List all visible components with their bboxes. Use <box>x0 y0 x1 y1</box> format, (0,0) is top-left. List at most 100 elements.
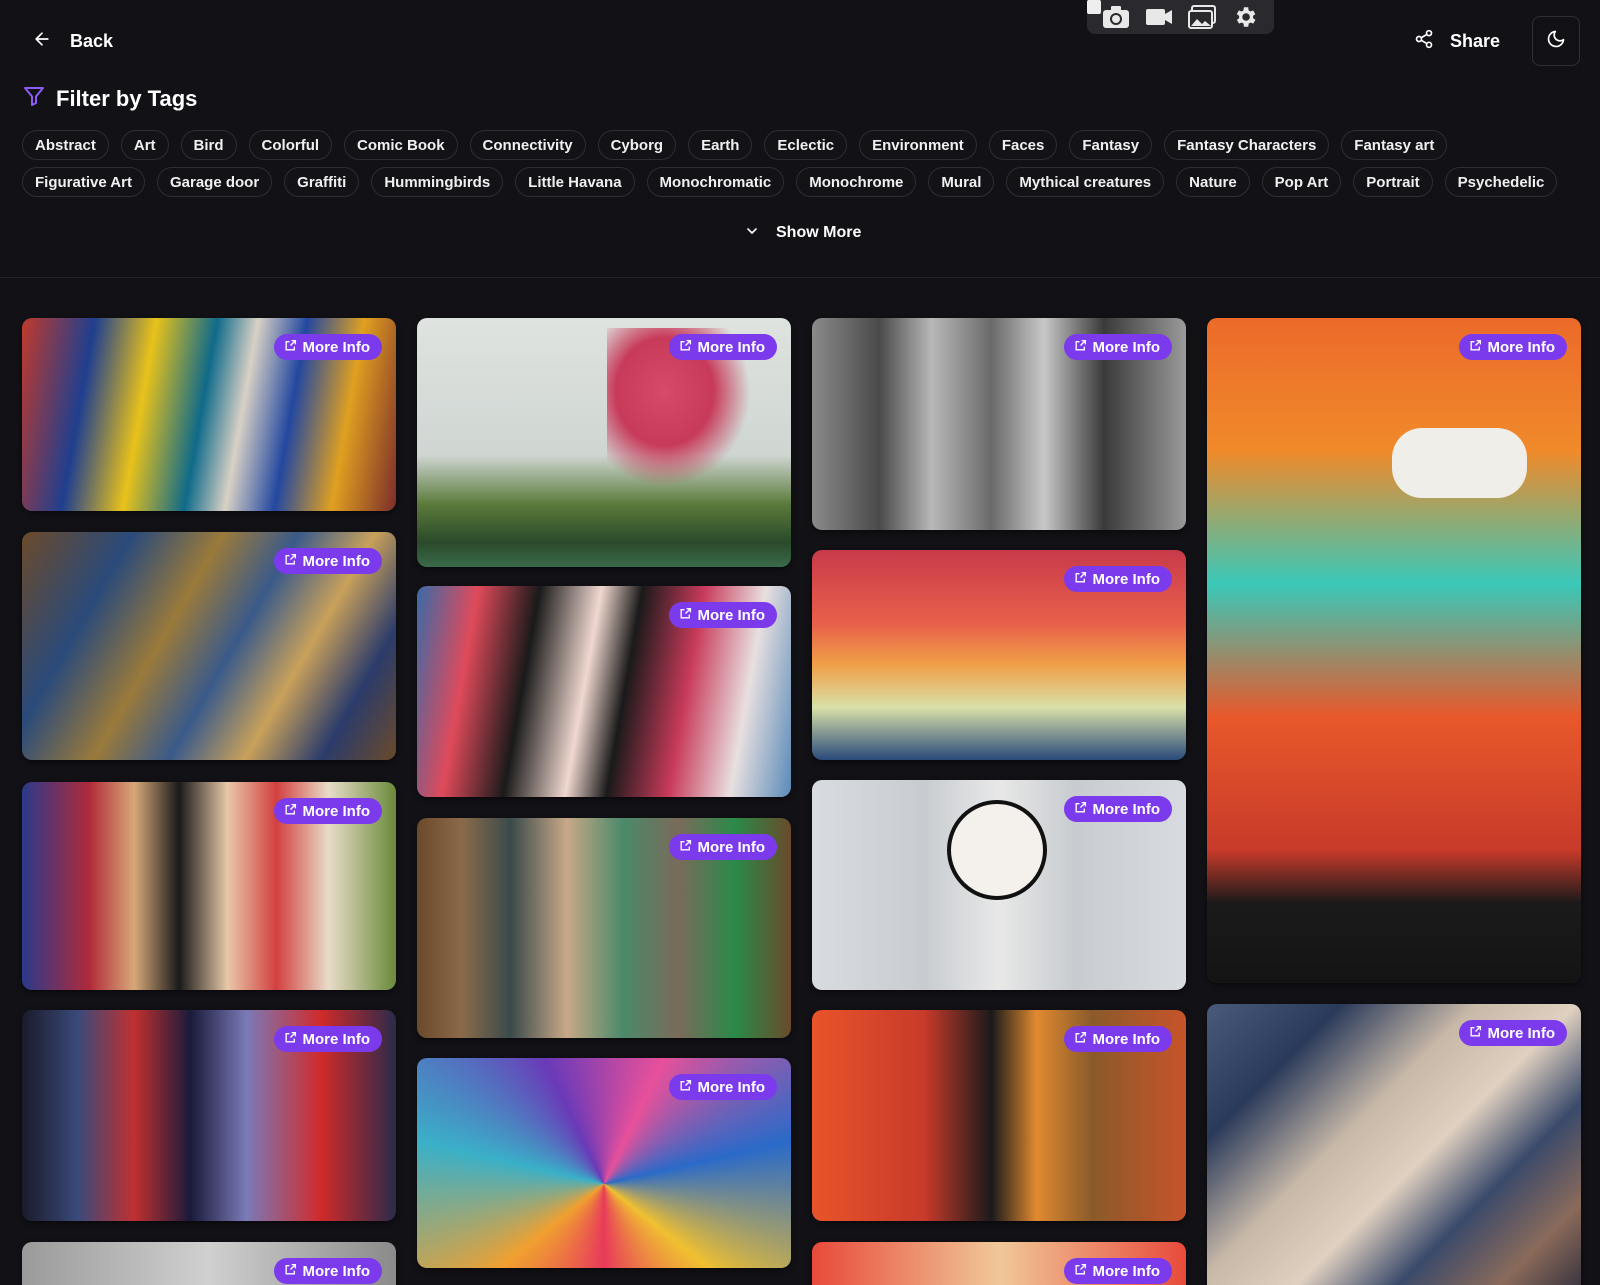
more-info-button[interactable]: More Info <box>1063 334 1172 360</box>
external-link-icon <box>1469 339 1482 356</box>
gallery-card[interactable]: More Info <box>812 318 1186 530</box>
more-info-button[interactable]: More Info <box>273 334 382 360</box>
more-info-label: More Info <box>1092 570 1161 588</box>
theme-toggle-button[interactable] <box>1532 16 1580 66</box>
tag-chip[interactable]: Mythical creatures <box>1006 167 1165 197</box>
more-info-button[interactable]: More Info <box>1063 1026 1172 1052</box>
more-info-button[interactable]: More Info <box>668 602 777 628</box>
tag-chip[interactable]: Abstract <box>22 130 109 160</box>
tag-chip[interactable]: Mural <box>928 167 995 197</box>
video-icon[interactable] <box>1143 3 1175 31</box>
more-info-label: More Info <box>1092 800 1161 818</box>
more-info-button[interactable]: More Info <box>273 548 382 574</box>
more-info-button[interactable]: More Info <box>668 334 777 360</box>
more-info-label: More Info <box>697 1078 766 1096</box>
external-link-icon <box>284 1031 297 1048</box>
tag-chip[interactable]: Colorful <box>248 130 333 160</box>
pin-icon[interactable] <box>1087 0 1101 14</box>
tag-chip[interactable]: Pop Art <box>1261 167 1342 197</box>
gear-icon[interactable] <box>1229 3 1261 31</box>
chevron-down-icon <box>744 223 760 244</box>
capture-toolbar <box>1087 0 1274 34</box>
more-info-button[interactable]: More Info <box>668 834 777 860</box>
gallery-card[interactable]: More Info <box>812 1242 1186 1285</box>
filter-icon <box>22 84 46 114</box>
tag-chip[interactable]: Little Havana <box>515 167 635 197</box>
arrow-left-icon <box>32 29 52 54</box>
gallery-card[interactable]: More Info <box>22 1242 396 1285</box>
tag-chip[interactable]: Environment <box>859 130 977 160</box>
gallery-card[interactable]: More Info <box>417 1058 791 1268</box>
tag-chip[interactable]: Fantasy Characters <box>1164 130 1330 160</box>
back-button[interactable]: Back <box>32 24 113 58</box>
gallery-card[interactable]: More Info <box>22 782 396 990</box>
more-info-button[interactable]: More Info <box>1458 1020 1567 1046</box>
tag-chip[interactable]: Fantasy <box>1069 130 1153 160</box>
external-link-icon <box>679 339 692 356</box>
tag-chip[interactable]: Earth <box>688 130 753 160</box>
more-info-button[interactable]: More Info <box>273 1258 382 1284</box>
moon-icon <box>1546 29 1566 54</box>
tag-chip[interactable]: Garage door <box>156 167 273 197</box>
share-button[interactable]: Share <box>1414 24 1500 58</box>
tag-chip[interactable]: Monochrome <box>796 167 917 197</box>
gallery-card[interactable]: More Info <box>812 1010 1186 1221</box>
mural-image <box>1207 318 1581 983</box>
gallery-card[interactable]: More Info <box>22 532 396 760</box>
show-more-button[interactable]: Show More <box>744 220 861 246</box>
tag-chip[interactable]: Fantasy art <box>1341 130 1448 160</box>
more-info-button[interactable]: More Info <box>1458 334 1567 360</box>
more-info-button[interactable]: More Info <box>1063 796 1172 822</box>
more-info-label: More Info <box>302 802 371 820</box>
external-link-icon <box>679 1079 692 1096</box>
external-link-icon <box>1074 1263 1087 1280</box>
tag-chip[interactable]: Eclectic <box>764 130 848 160</box>
more-info-label: More Info <box>302 1030 371 1048</box>
mural-image <box>1207 1004 1581 1285</box>
share-label: Share <box>1450 30 1501 51</box>
tag-chip[interactable]: Art <box>120 130 169 160</box>
more-info-button[interactable]: More Info <box>1063 566 1172 592</box>
gallery-card[interactable]: More Info <box>22 318 396 511</box>
more-info-label: More Info <box>697 606 766 624</box>
more-info-button[interactable]: More Info <box>273 1026 382 1052</box>
gallery-card[interactable]: More Info <box>417 818 791 1038</box>
tag-chip[interactable]: Figurative Art <box>22 167 145 197</box>
tag-chip[interactable]: Psychedelic <box>1444 167 1558 197</box>
gallery-card[interactable]: More Info <box>812 780 1186 990</box>
more-info-label: More Info <box>302 552 371 570</box>
gallery-icon[interactable] <box>1186 3 1218 31</box>
tag-chip[interactable]: Faces <box>988 130 1058 160</box>
more-info-button[interactable]: More Info <box>273 798 382 824</box>
external-link-icon <box>284 803 297 820</box>
gallery-card[interactable]: More Info <box>417 586 791 797</box>
more-info-label: More Info <box>1487 338 1556 356</box>
more-info-label: More Info <box>697 338 766 356</box>
external-link-icon <box>679 607 692 624</box>
camera-icon[interactable] <box>1100 3 1132 31</box>
more-info-button[interactable]: More Info <box>1063 1258 1172 1284</box>
tag-chip[interactable]: Portrait <box>1353 167 1433 197</box>
external-link-icon <box>1074 339 1087 356</box>
gallery-card[interactable]: More Info <box>22 1010 396 1221</box>
share-icon <box>1414 29 1434 54</box>
tag-chip[interactable]: Cyborg <box>597 130 677 160</box>
tag-chip[interactable]: Graffiti <box>284 167 360 197</box>
gallery-card[interactable]: More Info <box>812 550 1186 760</box>
tag-chip[interactable]: Comic Book <box>344 130 458 160</box>
gallery-card[interactable]: More Info <box>417 318 791 567</box>
tag-chip[interactable]: Nature <box>1176 167 1250 197</box>
external-link-icon <box>1074 801 1087 818</box>
more-info-label: More Info <box>1092 1262 1161 1280</box>
gallery-card[interactable]: More Info <box>1207 318 1581 983</box>
tag-chip[interactable]: Connectivity <box>469 130 586 160</box>
tag-chip[interactable]: Monochromatic <box>646 167 785 197</box>
filter-title: Filter by Tags <box>56 86 198 111</box>
tag-chip[interactable]: Bird <box>180 130 237 160</box>
more-info-button[interactable]: More Info <box>668 1074 777 1100</box>
tag-chip[interactable]: Hummingbirds <box>371 167 504 197</box>
more-info-label: More Info <box>1487 1024 1556 1042</box>
tag-row-2: Figurative Art Garage door Graffiti Humm… <box>22 167 1558 197</box>
back-label: Back <box>70 30 114 51</box>
gallery-card[interactable]: More Info <box>1207 1004 1581 1285</box>
